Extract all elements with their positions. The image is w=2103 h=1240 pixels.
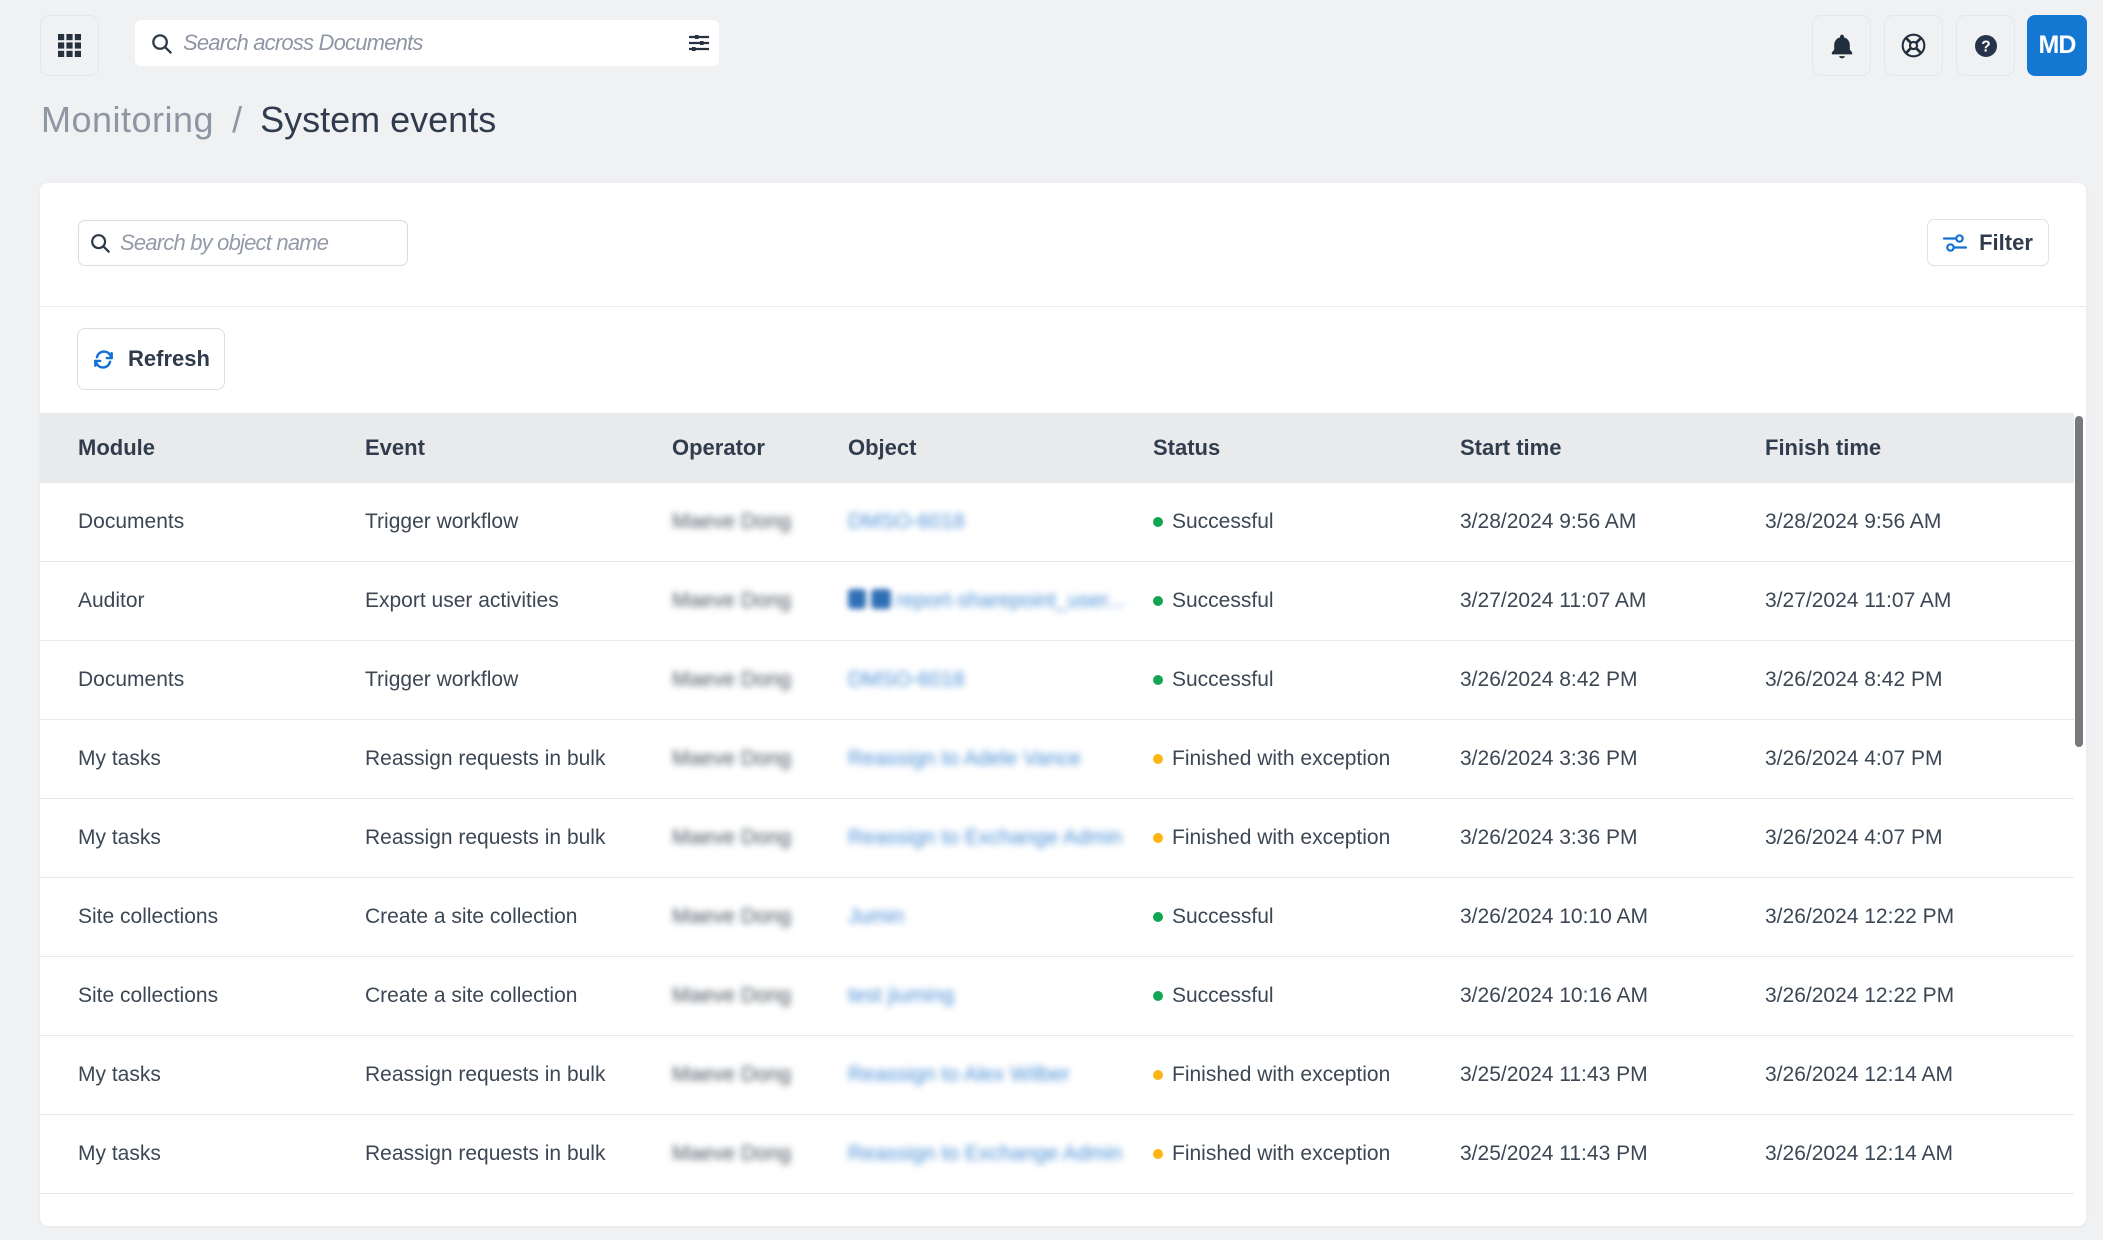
svg-text:?: ? — [1981, 38, 1990, 55]
